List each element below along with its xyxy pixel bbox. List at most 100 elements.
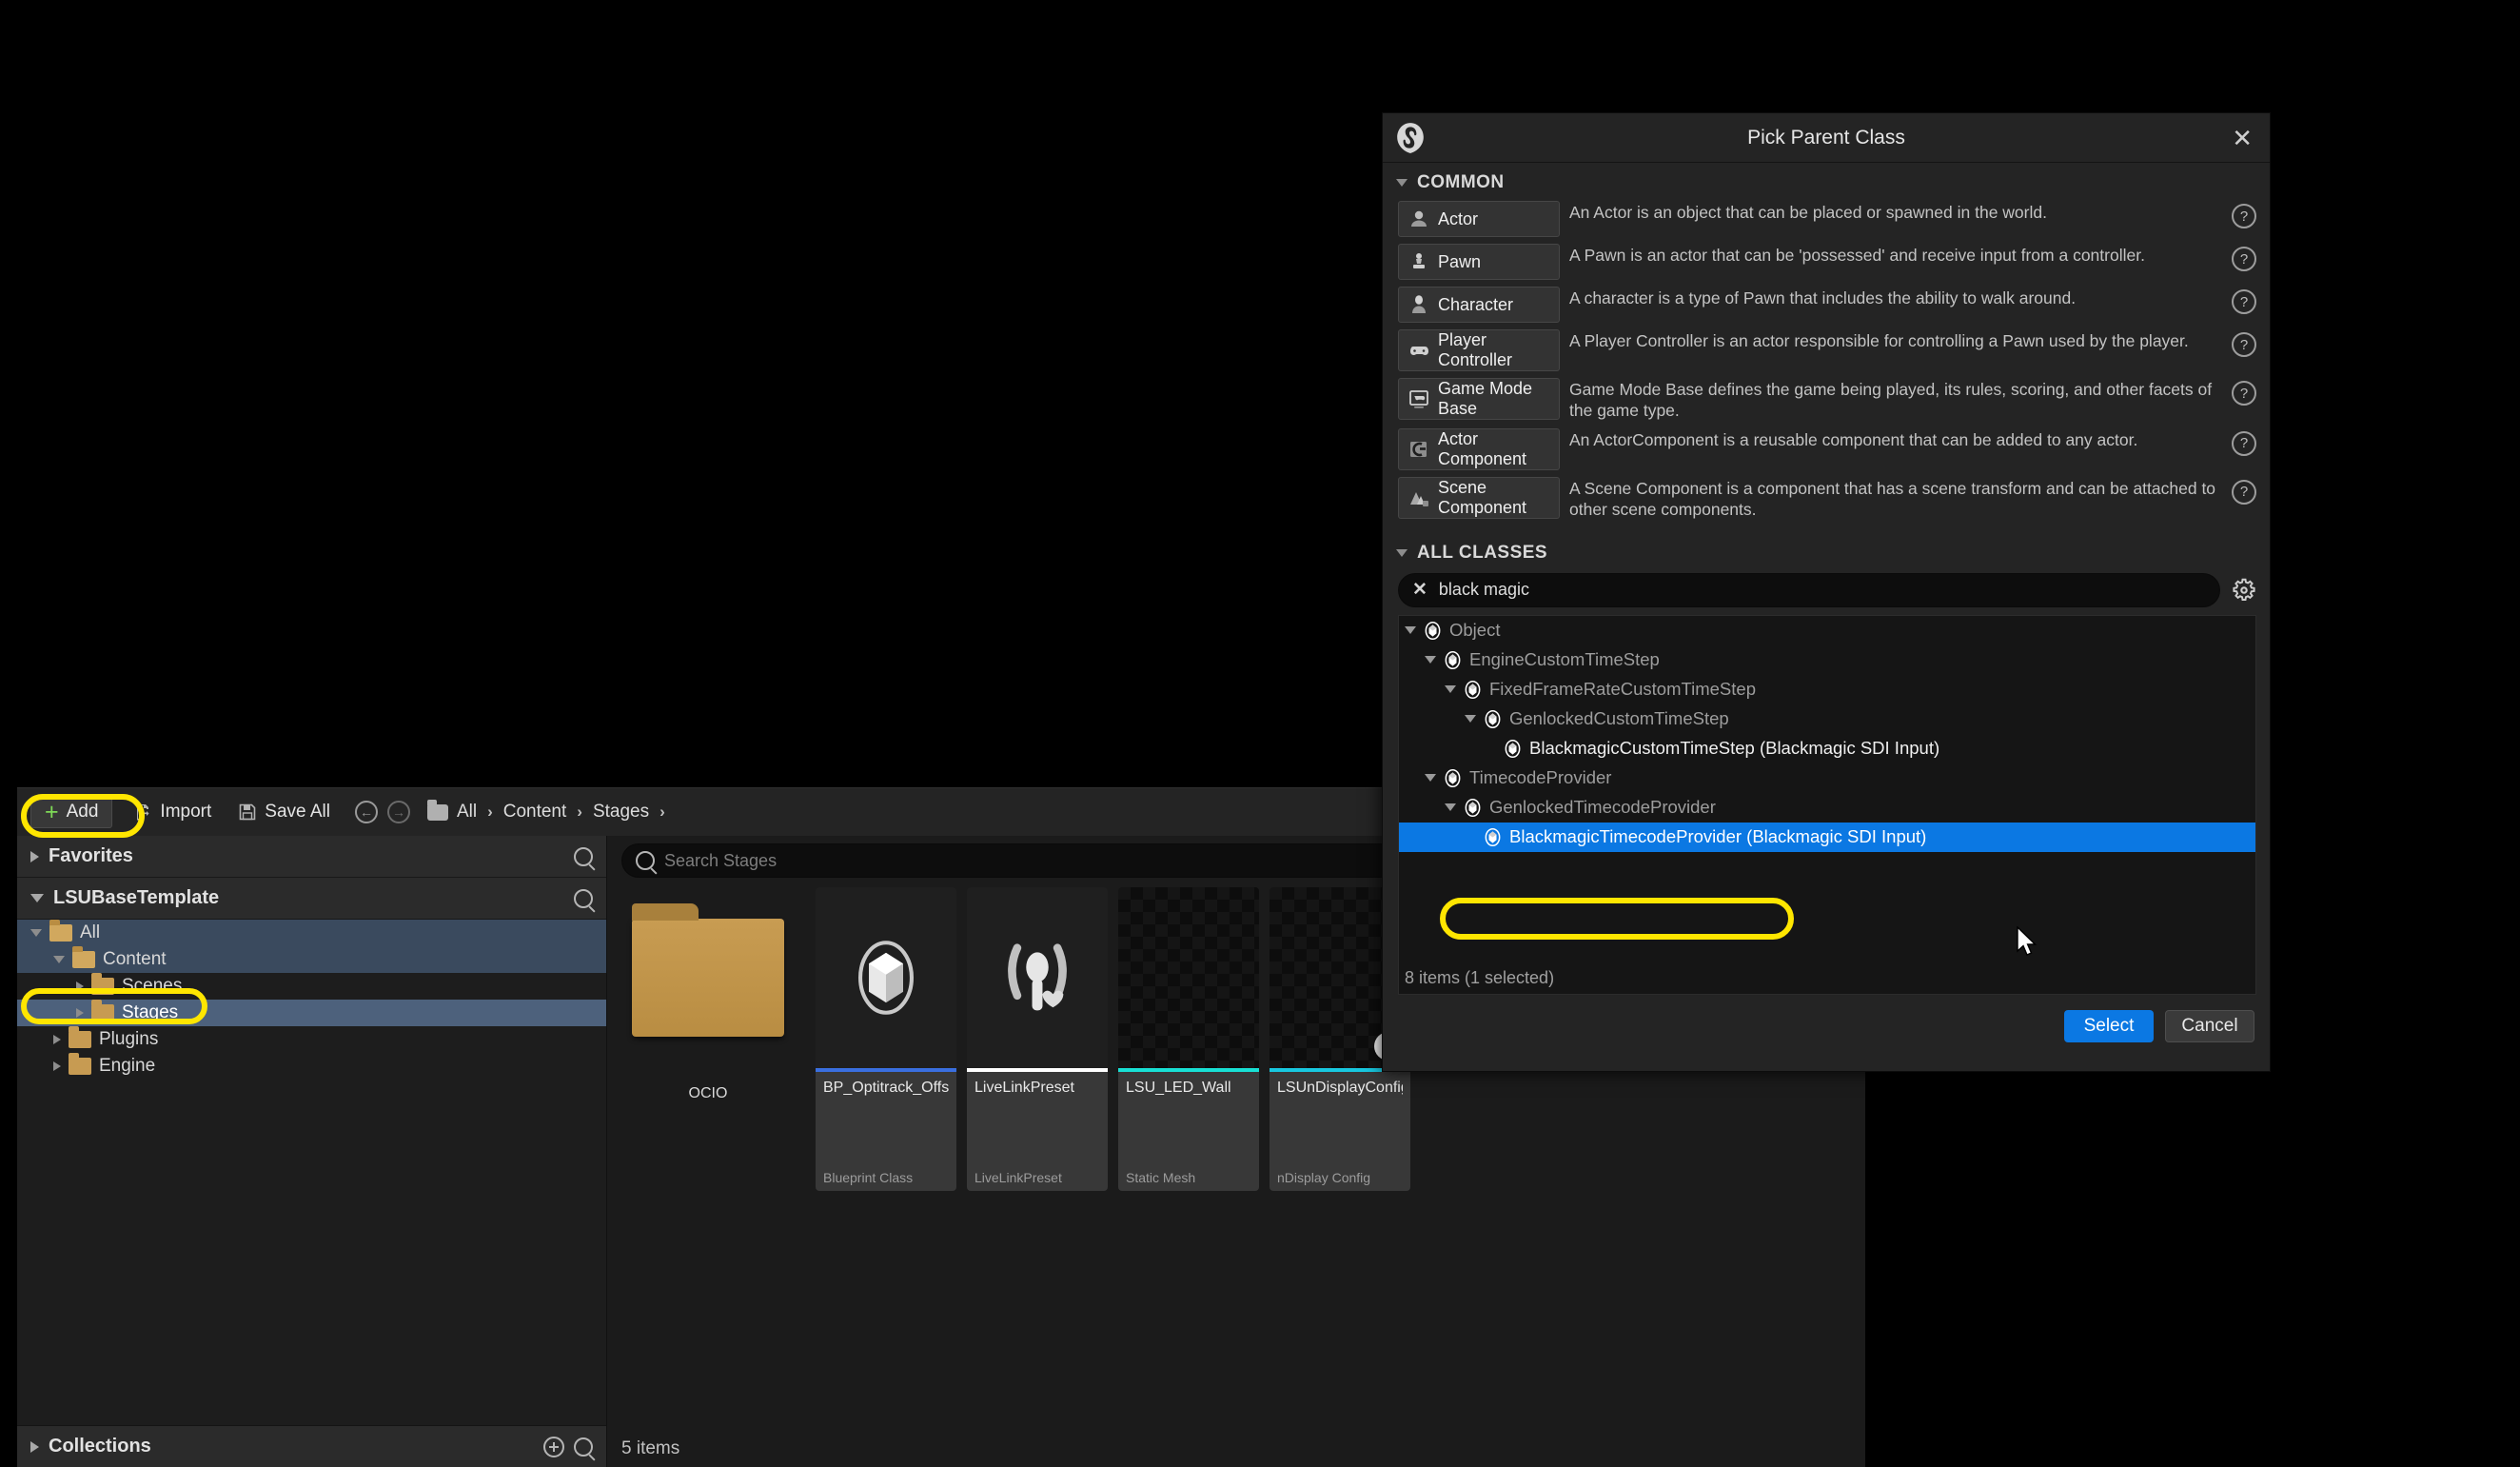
chevron-right-icon[interactable] <box>53 1061 61 1071</box>
search-icon[interactable] <box>574 888 593 908</box>
gamepad-icon <box>1410 347 1428 355</box>
help-icon[interactable]: ? <box>2232 247 2256 271</box>
folder-tree-item-label: Engine <box>99 1056 156 1076</box>
folder-tree-item-plugins[interactable]: Plugins <box>17 1026 606 1053</box>
folder-tree-item-stages[interactable]: Stages <box>17 1000 606 1026</box>
common-class-row: Character A character is a type of Pawn t… <box>1398 287 2256 323</box>
folder-icon <box>69 1053 91 1075</box>
scene-component-icon <box>1410 491 1428 506</box>
asset-tile[interactable]: LiveLinkPreset LiveLinkPreset <box>967 887 1108 1191</box>
folder-tree-item-all[interactable]: All <box>17 920 606 946</box>
forward-arrow-icon[interactable]: → <box>386 801 410 823</box>
back-arrow-icon[interactable]: ← <box>354 801 378 823</box>
chevron-down-icon[interactable] <box>30 929 42 937</box>
save-all-button-label: Save All <box>265 802 330 822</box>
common-class-button-pawn[interactable]: Pawn <box>1398 244 1560 280</box>
folder-icon <box>69 1026 91 1048</box>
add-collection-icon[interactable] <box>543 1436 564 1457</box>
common-class-row: Actor Component An ActorComponent is a re… <box>1398 427 2256 470</box>
class-tree-row[interactable]: BlackmagicTimecodeProvider (Blackmagic S… <box>1399 822 2255 852</box>
folder-tree-item-scenes[interactable]: Scenes <box>17 973 606 1000</box>
plus-icon: + <box>45 799 59 825</box>
help-icon[interactable]: ? <box>2232 204 2256 228</box>
search-icon <box>636 851 655 870</box>
breadcrumb-item-all[interactable]: All <box>448 802 485 823</box>
chevron-right-icon <box>30 1440 39 1453</box>
breadcrumb-item-content[interactable]: Content <box>495 802 576 823</box>
livelink-icon <box>1008 943 1067 1011</box>
class-tree-label: BlackmagicCustomTimeStep (Blackmagic SDI… <box>1529 738 1940 759</box>
project-section-header[interactable]: LSUBaseTemplate <box>17 878 606 920</box>
save-all-button[interactable]: Save All <box>225 796 344 828</box>
help-icon[interactable]: ? <box>2232 289 2256 314</box>
class-search-input[interactable]: ✕ black magic <box>1398 572 2220 607</box>
folder-tile[interactable]: OCIO <box>608 887 808 1102</box>
chevron-down-icon[interactable] <box>1425 656 1436 664</box>
common-class-button-actor-component[interactable]: Actor Component <box>1398 427 1560 470</box>
common-class-description: An ActorComponent is a reusable componen… <box>1569 429 2138 449</box>
class-tree-label: GenlockedTimecodeProvider <box>1489 797 1716 818</box>
help-icon[interactable]: ? <box>2232 332 2256 357</box>
chevron-right-icon[interactable] <box>53 1035 61 1044</box>
chevron-right-icon[interactable] <box>76 981 84 991</box>
chevron-down-icon[interactable] <box>1445 803 1456 812</box>
chevron-down-icon[interactable] <box>1465 715 1476 724</box>
common-section-label: COMMON <box>1417 172 1505 192</box>
breadcrumb-folder-icon <box>426 799 448 821</box>
help-icon[interactable]: ? <box>2232 381 2256 406</box>
chevron-down-icon[interactable] <box>1445 685 1456 694</box>
common-class-button-player-controller[interactable]: Player Controller <box>1398 329 1560 371</box>
class-tree-row[interactable]: EngineCustomTimeStep <box>1399 645 2255 675</box>
search-icon[interactable] <box>574 846 593 866</box>
search-icon[interactable] <box>574 1437 593 1457</box>
folder-tree-item-content[interactable]: Content <box>17 946 606 973</box>
class-tree-row[interactable]: Object <box>1399 616 2255 645</box>
folder-tree-item-engine[interactable]: Engine <box>17 1053 606 1080</box>
common-class-button-character[interactable]: Character <box>1398 287 1560 323</box>
class-search-row: ✕ black magic <box>1383 571 2270 615</box>
common-class-button-scene-component[interactable]: Scene Component <box>1398 476 1560 519</box>
common-class-button-game-mode-base[interactable]: Game Mode Base <box>1398 378 1560 420</box>
class-tree-label: GenlockedCustomTimeStep <box>1509 708 1729 729</box>
common-class-button-actor[interactable]: Actor <box>1398 201 1560 237</box>
asset-tile[interactable]: LSU_LED_Wall Static Mesh <box>1118 887 1259 1191</box>
cancel-button[interactable]: Cancel <box>2165 1010 2254 1042</box>
class-node-icon <box>1465 680 1481 699</box>
folder-tree: All Content Scenes Stages Plugins Engine <box>17 920 606 1080</box>
breadcrumb-item-stages[interactable]: Stages <box>584 802 658 823</box>
class-tree-row[interactable]: BlackmagicCustomTimeStep (Blackmagic SDI… <box>1399 734 2255 763</box>
class-tree-label: Object <box>1449 620 1501 641</box>
common-class-label: Scene Component <box>1438 477 1527 517</box>
common-class-label: Game Mode Base <box>1438 379 1533 418</box>
class-tree-row[interactable]: GenlockedTimecodeProvider <box>1399 793 2255 823</box>
all-classes-section-header[interactable]: ALL CLASSES <box>1383 533 2270 571</box>
help-icon[interactable]: ? <box>2232 479 2256 505</box>
class-tree-row[interactable]: GenlockedCustomTimeStep <box>1399 704 2255 734</box>
favorites-label: Favorites <box>49 845 133 866</box>
import-button[interactable]: Import <box>120 796 225 828</box>
gear-icon[interactable] <box>2232 578 2256 603</box>
actor-component-icon <box>1410 441 1427 457</box>
collections-label: Collections <box>49 1436 151 1457</box>
common-section-header[interactable]: COMMON <box>1383 163 2270 201</box>
help-icon[interactable]: ? <box>2232 430 2256 456</box>
close-icon[interactable]: ✕ <box>2226 126 2258 150</box>
chevron-down-icon[interactable] <box>53 956 65 963</box>
chevron-down-icon <box>1396 548 1408 557</box>
favorites-section-header[interactable]: Favorites <box>17 836 606 878</box>
clear-x-icon[interactable]: ✕ <box>1412 579 1427 601</box>
asset-tile[interactable]: BP_Optitrack_Offset Blueprint Class <box>816 887 956 1191</box>
class-tree-row[interactable]: TimecodeProvider <box>1399 763 2255 793</box>
class-tree-label: TimecodeProvider <box>1469 767 1612 788</box>
chevron-right-icon[interactable] <box>76 1008 84 1018</box>
add-button[interactable]: + Add <box>30 796 113 828</box>
select-button[interactable]: Select <box>2064 1010 2154 1042</box>
chevron-down-icon[interactable] <box>1405 626 1416 635</box>
class-tree-row[interactable]: FixedFrameRateCustomTimeStep <box>1399 675 2255 704</box>
pawn-icon <box>1413 253 1425 268</box>
class-node-icon <box>1505 739 1521 758</box>
common-class-description: A Scene Component is a component that ha… <box>1569 478 2216 520</box>
common-class-label: Player Controller <box>1438 330 1513 369</box>
collections-bar[interactable]: Collections <box>17 1425 606 1467</box>
chevron-down-icon[interactable] <box>1425 774 1436 783</box>
